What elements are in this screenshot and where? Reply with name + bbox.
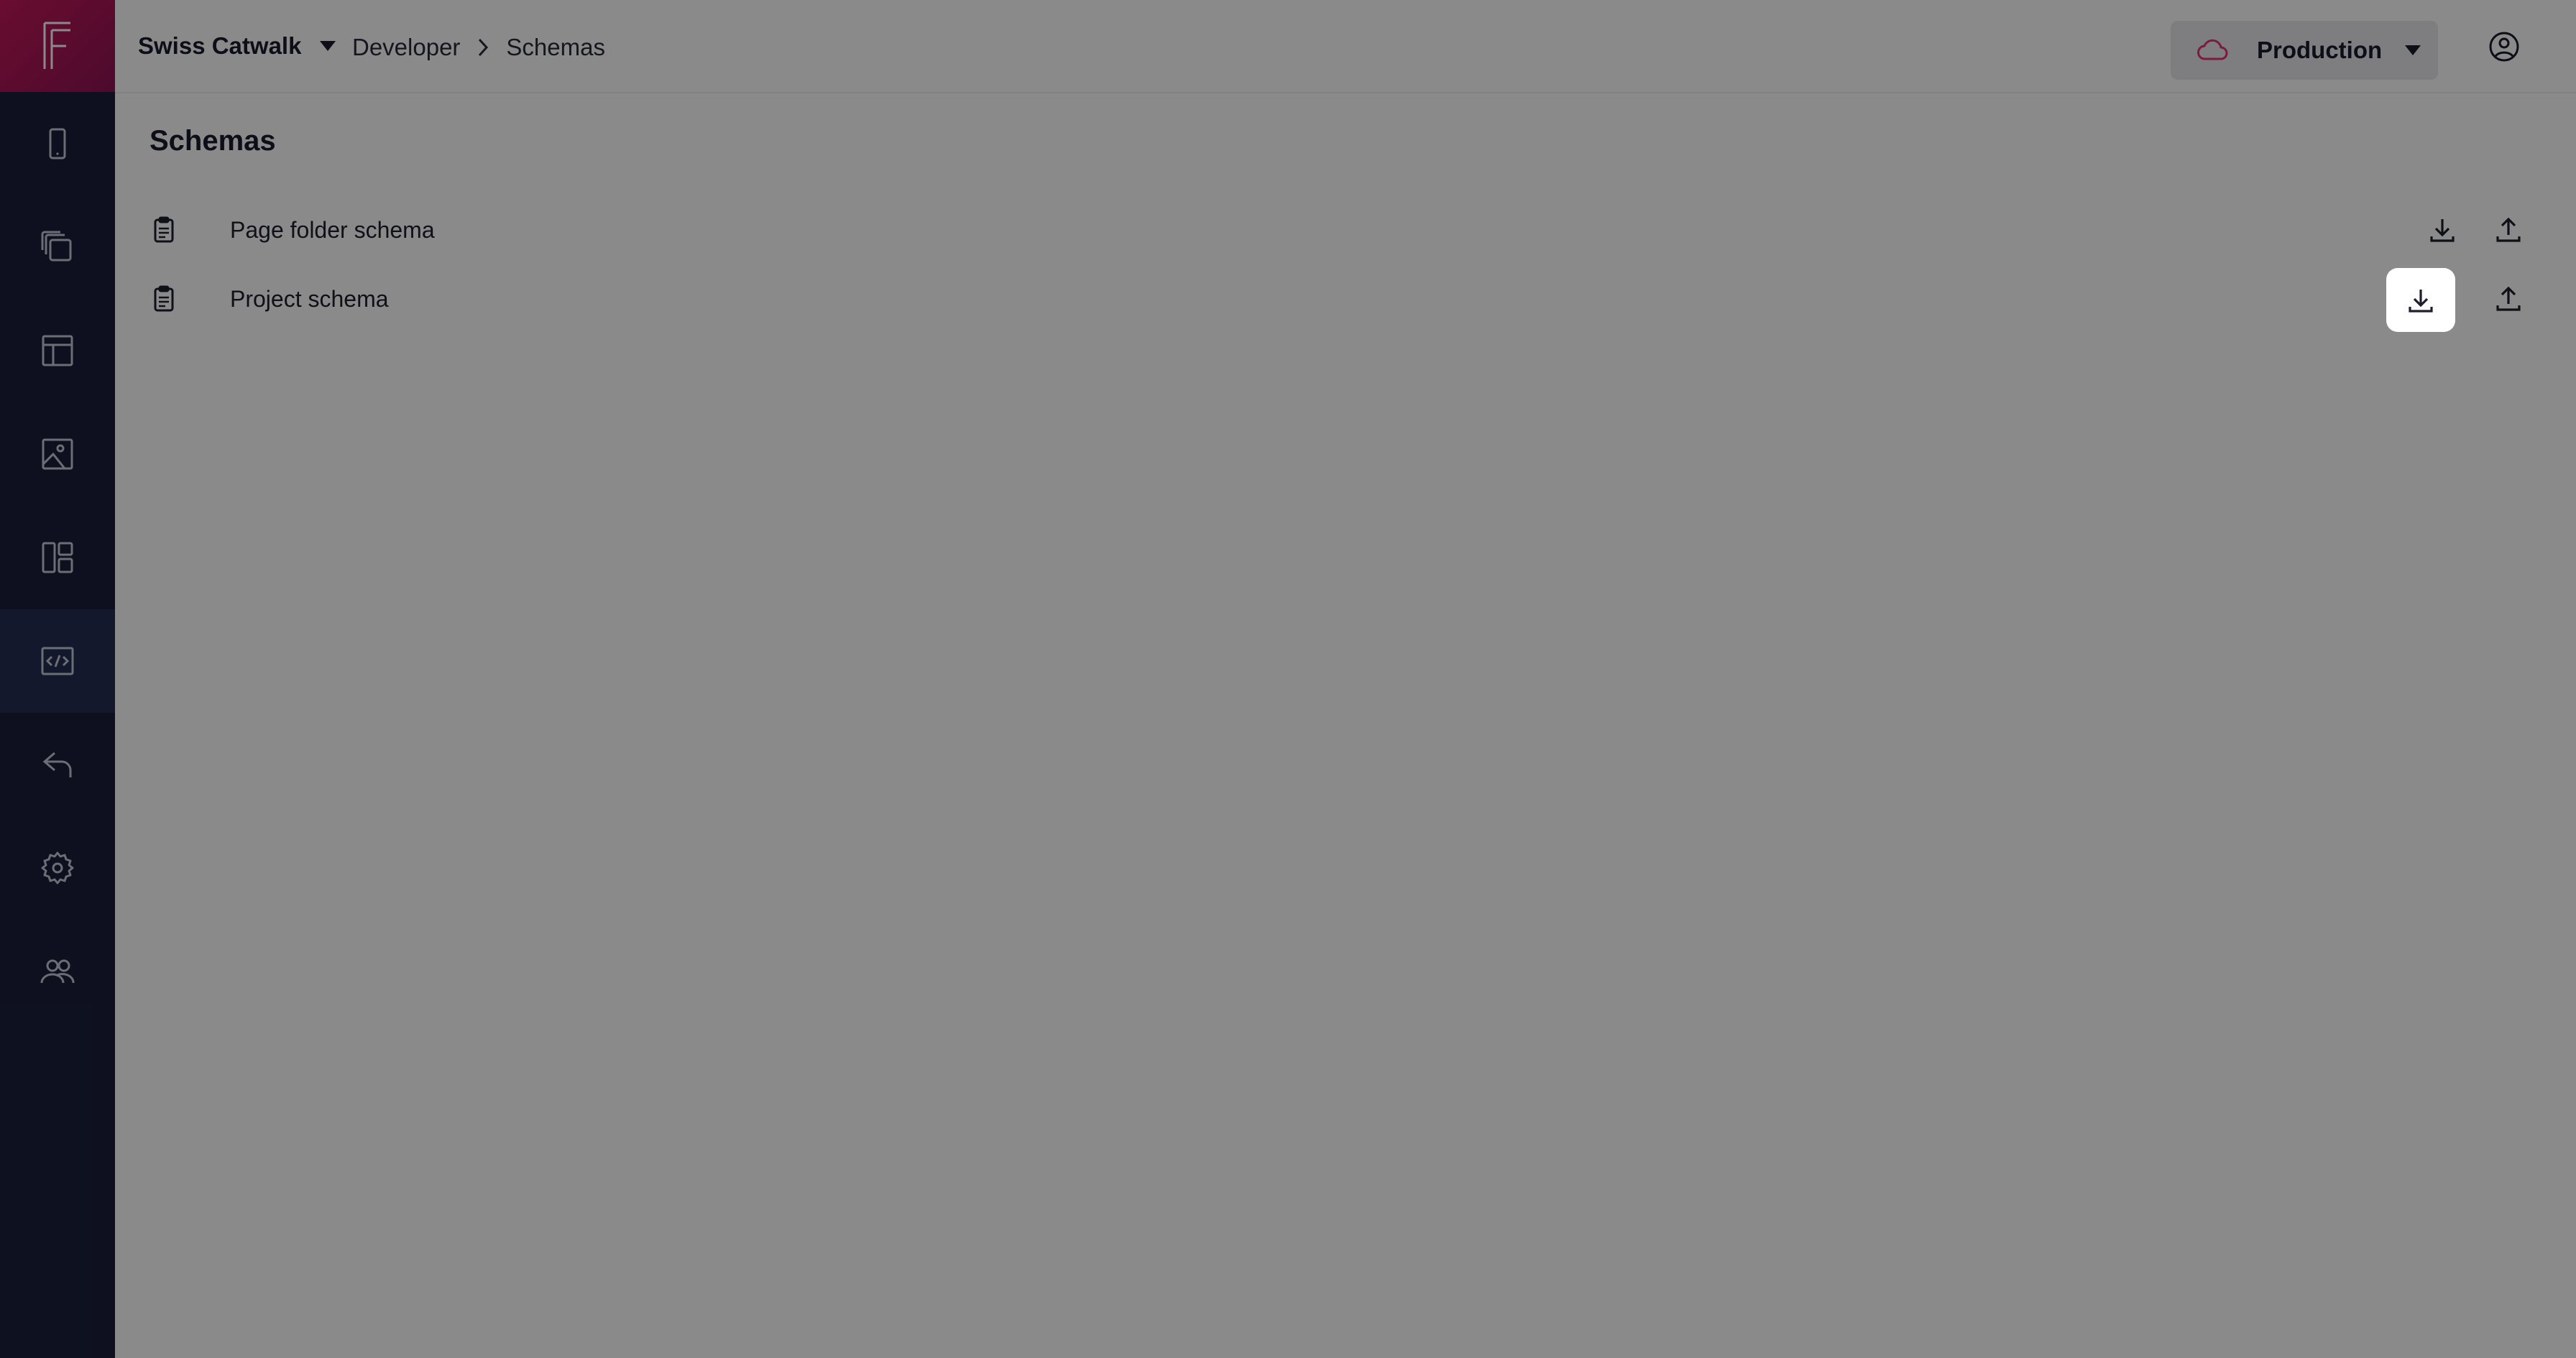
app-root: Swiss Catwalk Developer Schemas Producti… <box>0 0 2576 1358</box>
modal-overlay[interactable] <box>0 0 2576 1358</box>
download-button-highlighted[interactable] <box>2386 268 2455 332</box>
download-icon <box>2409 289 2433 313</box>
